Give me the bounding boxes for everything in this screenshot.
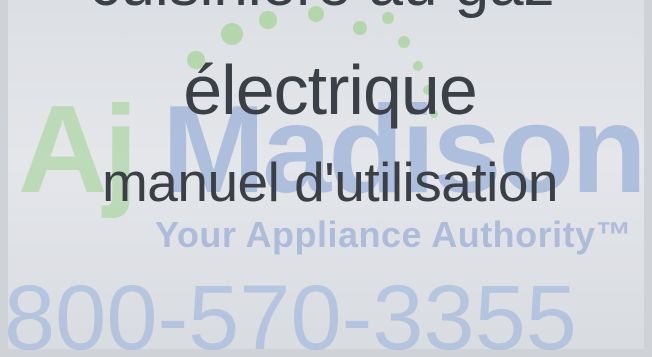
title-line-1: cuisinière au gaz <box>0 0 648 16</box>
watermark-tagline: Your Appliance Authority™ <box>155 214 633 255</box>
title-line-2: électrique <box>183 51 478 129</box>
manual-cover: Aj Madison Your Appliance Authority™ 800… <box>0 0 652 357</box>
subtitle: manuel d'utilisation <box>101 151 559 213</box>
watermark-phone: 800-570-3355 <box>4 267 577 357</box>
